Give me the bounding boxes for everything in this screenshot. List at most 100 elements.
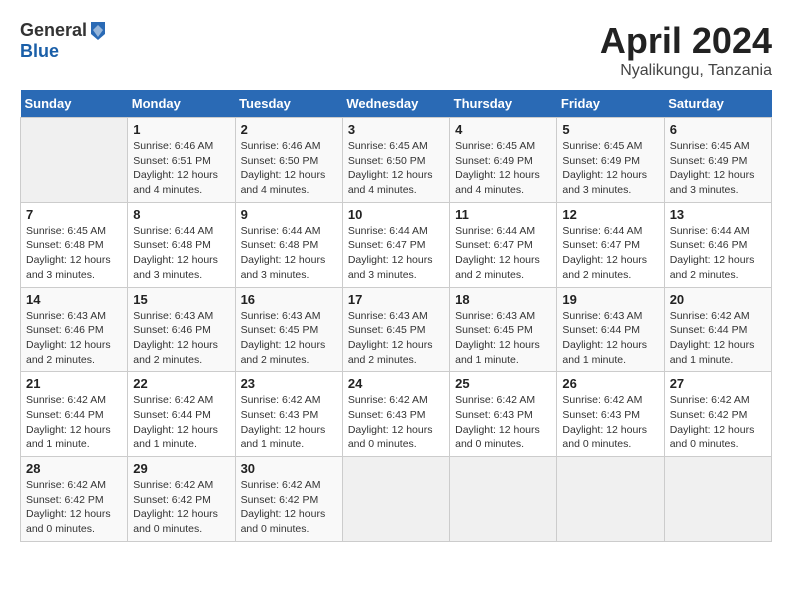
calendar-cell — [557, 457, 664, 542]
calendar-cell: 11 Sunrise: 6:44 AMSunset: 6:47 PMDayligh… — [450, 202, 557, 287]
calendar-cell: 2 Sunrise: 6:46 AMSunset: 6:50 PMDaylight… — [235, 118, 342, 203]
calendar-cell: 20 Sunrise: 6:42 AMSunset: 6:44 PMDayligh… — [664, 287, 771, 372]
calendar-cell: 9 Sunrise: 6:44 AMSunset: 6:48 PMDaylight… — [235, 202, 342, 287]
header-day-saturday: Saturday — [664, 90, 771, 118]
cell-detail: Sunrise: 6:42 AMSunset: 6:43 PMDaylight:… — [241, 393, 337, 452]
cell-detail: Sunrise: 6:44 AMSunset: 6:47 PMDaylight:… — [562, 224, 658, 283]
cell-detail: Sunrise: 6:42 AMSunset: 6:43 PMDaylight:… — [562, 393, 658, 452]
cell-detail: Sunrise: 6:44 AMSunset: 6:46 PMDaylight:… — [670, 224, 766, 283]
cell-detail: Sunrise: 6:43 AMSunset: 6:46 PMDaylight:… — [26, 309, 122, 368]
header-day-wednesday: Wednesday — [342, 90, 449, 118]
header-day-monday: Monday — [128, 90, 235, 118]
calendar-cell: 26Sunrise: 6:42 AMSunset: 6:43 PMDayligh… — [557, 372, 664, 457]
day-number: 28 — [26, 461, 122, 476]
calendar-cell: 28Sunrise: 6:42 AMSunset: 6:42 PMDayligh… — [21, 457, 128, 542]
calendar-cell: 16 Sunrise: 6:43 AMSunset: 6:45 PMDayligh… — [235, 287, 342, 372]
calendar-week-row: 21 Sunrise: 6:42 AMSunset: 6:44 PMDayligh… — [21, 372, 772, 457]
day-number: 29 — [133, 461, 229, 476]
title-month: April 2024 — [600, 20, 772, 62]
calendar-cell: 8Sunrise: 6:44 AMSunset: 6:48 PMDaylight… — [128, 202, 235, 287]
header-day-sunday: Sunday — [21, 90, 128, 118]
calendar-cell: 22Sunrise: 6:42 AMSunset: 6:44 PMDayligh… — [128, 372, 235, 457]
cell-detail: Sunrise: 6:44 AMSunset: 6:47 PMDaylight:… — [455, 224, 551, 283]
cell-detail: Sunrise: 6:42 AMSunset: 6:42 PMDaylight:… — [133, 478, 229, 537]
calendar-week-row: 14 Sunrise: 6:43 AMSunset: 6:46 PMDayligh… — [21, 287, 772, 372]
day-number: 21 — [26, 376, 122, 391]
cell-detail: Sunrise: 6:45 AMSunset: 6:49 PMDaylight:… — [455, 139, 551, 198]
day-number: 24 — [348, 376, 444, 391]
calendar-cell: 10 Sunrise: 6:44 AMSunset: 6:47 PMDayligh… — [342, 202, 449, 287]
day-number: 17 — [348, 292, 444, 307]
calendar-cell: 14 Sunrise: 6:43 AMSunset: 6:46 PMDayligh… — [21, 287, 128, 372]
calendar-table: SundayMondayTuesdayWednesdayThursdayFrid… — [20, 90, 772, 542]
cell-detail: Sunrise: 6:45 AMSunset: 6:50 PMDaylight:… — [348, 139, 444, 198]
cell-detail: Sunrise: 6:44 AMSunset: 6:48 PMDaylight:… — [241, 224, 337, 283]
cell-detail: Sunrise: 6:43 AMSunset: 6:45 PMDaylight:… — [455, 309, 551, 368]
day-number: 27 — [670, 376, 766, 391]
day-number: 18 — [455, 292, 551, 307]
day-number: 16 — [241, 292, 337, 307]
calendar-cell: 21 Sunrise: 6:42 AMSunset: 6:44 PMDayligh… — [21, 372, 128, 457]
cell-detail: Sunrise: 6:46 AMSunset: 6:50 PMDaylight:… — [241, 139, 337, 198]
title-location: Nyalikungu, Tanzania — [600, 62, 772, 80]
calendar-cell: 27 Sunrise: 6:42 AMSunset: 6:42 PMDayligh… — [664, 372, 771, 457]
calendar-cell: 13 Sunrise: 6:44 AMSunset: 6:46 PMDayligh… — [664, 202, 771, 287]
day-number: 7 — [26, 207, 122, 222]
day-number: 6 — [670, 122, 766, 137]
day-number: 4 — [455, 122, 551, 137]
calendar-week-row: 28 Sunrise: 6:42 AMSunset: 6:42 PMDayligh… — [21, 457, 772, 542]
day-number: 23 — [241, 376, 337, 391]
calendar-cell — [664, 457, 771, 542]
day-number: 1 — [133, 122, 229, 137]
cell-detail: Sunrise: 6:43 AMSunset: 6:45 PMDaylight:… — [348, 309, 444, 368]
day-number: 8 — [133, 207, 229, 222]
day-number: 9 — [241, 207, 337, 222]
cell-detail: Sunrise: 6:43 AMSunset: 6:45 PMDaylight:… — [241, 309, 337, 368]
calendar-cell: 6 Sunrise: 6:45 AMSunset: 6:49 PMDaylight… — [664, 118, 771, 203]
day-number: 11 — [455, 207, 551, 222]
day-number: 20 — [670, 292, 766, 307]
calendar-cell: 18 Sunrise: 6:43 AMSunset: 6:45 PMDayligh… — [450, 287, 557, 372]
cell-detail: Sunrise: 6:42 AMSunset: 6:43 PMDaylight:… — [348, 393, 444, 452]
day-number: 13 — [670, 207, 766, 222]
day-number: 10 — [348, 207, 444, 222]
calendar-cell: 12Sunrise: 6:44 AMSunset: 6:47 PMDayligh… — [557, 202, 664, 287]
cell-detail: Sunrise: 6:42 AMSunset: 6:42 PMDaylight:… — [670, 393, 766, 452]
calendar-cell: 5 Sunrise: 6:45 AMSunset: 6:49 PMDaylight… — [557, 118, 664, 203]
cell-detail: Sunrise: 6:44 AMSunset: 6:47 PMDaylight:… — [348, 224, 444, 283]
day-number: 5 — [562, 122, 658, 137]
calendar-cell: 15Sunrise: 6:43 AMSunset: 6:46 PMDayligh… — [128, 287, 235, 372]
calendar-cell: 1 Sunrise: 6:46 AMSunset: 6:51 PMDaylight… — [128, 118, 235, 203]
logo-blue: Blue — [20, 42, 109, 62]
calendar-cell: 3 Sunrise: 6:45 AMSunset: 6:50 PMDaylight… — [342, 118, 449, 203]
cell-detail: Sunrise: 6:42 AMSunset: 6:44 PMDaylight:… — [133, 393, 229, 452]
header-day-tuesday: Tuesday — [235, 90, 342, 118]
cell-detail: Sunrise: 6:46 AMSunset: 6:51 PMDaylight:… — [133, 139, 229, 198]
calendar-cell: 4 Sunrise: 6:45 AMSunset: 6:49 PMDaylight… — [450, 118, 557, 203]
calendar-cell: 24 Sunrise: 6:42 AMSunset: 6:43 PMDayligh… — [342, 372, 449, 457]
cell-detail: Sunrise: 6:45 AMSunset: 6:49 PMDaylight:… — [670, 139, 766, 198]
cell-detail: Sunrise: 6:42 AMSunset: 6:43 PMDaylight:… — [455, 393, 551, 452]
calendar-cell: 25 Sunrise: 6:42 AMSunset: 6:43 PMDayligh… — [450, 372, 557, 457]
title-block: April 2024 Nyalikungu, Tanzania — [600, 20, 772, 80]
day-number: 15 — [133, 292, 229, 307]
calendar-cell — [21, 118, 128, 203]
day-number: 19 — [562, 292, 658, 307]
calendar-week-row: 7Sunrise: 6:45 AMSunset: 6:48 PMDaylight… — [21, 202, 772, 287]
day-number: 14 — [26, 292, 122, 307]
cell-detail: Sunrise: 6:42 AMSunset: 6:44 PMDaylight:… — [26, 393, 122, 452]
logo-text: General Blue — [20, 20, 109, 62]
header-day-friday: Friday — [557, 90, 664, 118]
day-number: 3 — [348, 122, 444, 137]
calendar-cell — [450, 457, 557, 542]
calendar-header-row: SundayMondayTuesdayWednesdayThursdayFrid… — [21, 90, 772, 118]
day-number: 2 — [241, 122, 337, 137]
cell-detail: Sunrise: 6:42 AMSunset: 6:44 PMDaylight:… — [670, 309, 766, 368]
cell-detail: Sunrise: 6:45 AMSunset: 6:49 PMDaylight:… — [562, 139, 658, 198]
day-number: 25 — [455, 376, 551, 391]
header-day-thursday: Thursday — [450, 90, 557, 118]
calendar-cell: 30 Sunrise: 6:42 AMSunset: 6:42 PMDayligh… — [235, 457, 342, 542]
day-number: 30 — [241, 461, 337, 476]
cell-detail: Sunrise: 6:42 AMSunset: 6:42 PMDaylight:… — [241, 478, 337, 537]
logo-icon — [89, 20, 107, 42]
